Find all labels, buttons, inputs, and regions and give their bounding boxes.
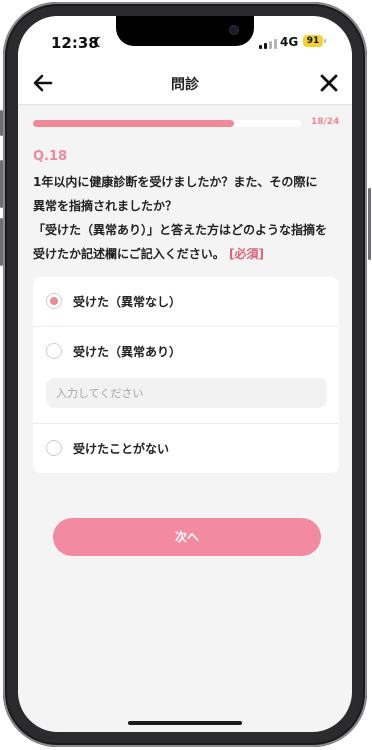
battery-icon	[324, 39, 326, 43]
camera-icon	[230, 26, 238, 34]
radio-button[interactable]	[46, 440, 62, 456]
question-line: 「受けた（異常あり）」と答えた方はどのような指摘を	[33, 223, 328, 237]
detail-input[interactable]	[46, 378, 327, 408]
progress-label: 18/24	[311, 117, 340, 127]
option-never-received[interactable]: 受けたことがない	[33, 424, 339, 472]
home-indicator	[128, 721, 242, 725]
side-button	[0, 218, 3, 266]
radio-button[interactable]	[46, 343, 62, 359]
close-button[interactable]	[317, 71, 341, 95]
notch	[116, 16, 254, 46]
side-button	[368, 188, 371, 260]
side-button	[0, 110, 3, 136]
header: 問診	[18, 62, 352, 105]
next-button[interactable]: 次へ	[53, 518, 321, 556]
progress-bar	[33, 120, 301, 127]
side-button	[0, 160, 3, 208]
question-text: 1年以内に健康診断を受けましたか？また、その際に 異常を指摘されましたか？ 「受…	[33, 170, 339, 266]
question-line: 異常を指摘されましたか？	[33, 199, 178, 213]
option-label: 受けたことがない	[73, 442, 170, 456]
screen: 12:38 4G 91 問診 18/24 Q.18 1年以内に健康診断を受けまし…	[18, 16, 352, 732]
required-badge: [必須]	[228, 247, 264, 261]
question-line: 受けたか記述欄にご記入ください。	[33, 247, 225, 261]
option-label: 受けた（異常なし）	[73, 295, 182, 309]
signal-icon	[259, 38, 277, 49]
network-type: 4G	[280, 35, 299, 49]
progress-fill	[33, 120, 234, 127]
status-bar: 12:38 4G 91	[18, 16, 352, 62]
question-line: 1年以内に健康診断を受けましたか？また、その際に	[33, 175, 318, 189]
status-time: 12:38	[51, 34, 99, 52]
radio-button[interactable]	[46, 293, 62, 309]
battery-level: 91	[303, 35, 323, 47]
option-no-abnormality[interactable]: 受けた（異常なし）	[33, 277, 339, 325]
close-icon	[320, 74, 338, 92]
question-line-last: 受けたか記述欄にご記入ください。 [必須]	[33, 242, 339, 266]
option-label: 受けた（異常あり）	[73, 345, 182, 359]
question-number: Q.18	[33, 149, 68, 164]
options-card: 受けた（異常なし） 受けた（異常あり） 受けたことがない	[33, 277, 339, 473]
page-title: 問診	[171, 77, 199, 93]
option-with-abnormality[interactable]: 受けた（異常あり）	[33, 327, 339, 375]
